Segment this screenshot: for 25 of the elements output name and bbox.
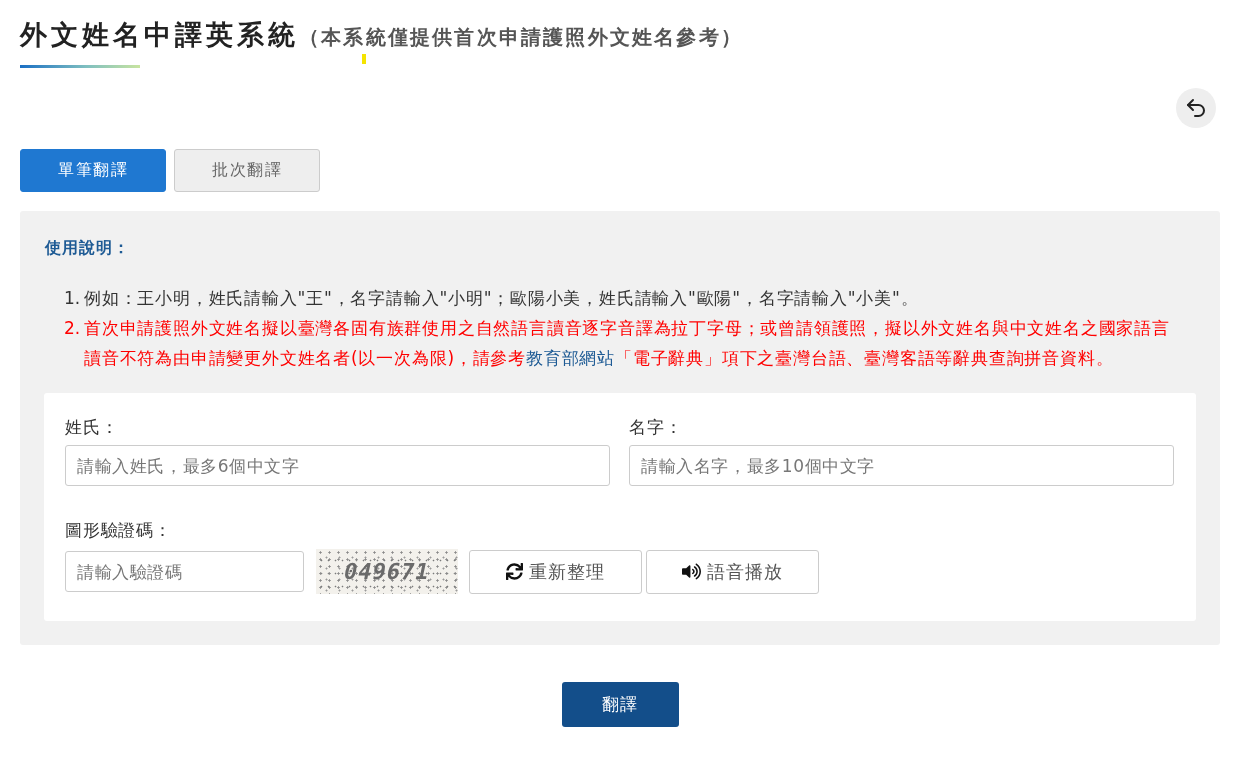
back-icon (1184, 96, 1208, 120)
tab[interactable]: 批次翻譯 (174, 149, 320, 192)
audio-button[interactable]: 語音播放 (646, 549, 819, 594)
refresh-button[interactable]: 重新整理 (469, 549, 642, 594)
cursor-mark-icon (362, 54, 366, 64)
instructions-heading: 使用說明： (45, 237, 130, 259)
field-label: 姓氏： (65, 416, 119, 438)
page-subtitle: （本系統僅提供首次申請護照外文姓名參考） (299, 24, 743, 51)
page-title: 外文姓名中譯英系統 (20, 18, 299, 52)
speaker-icon (682, 562, 702, 581)
tab[interactable]: 單筆翻譯 (20, 149, 166, 192)
field-label: 名字： (629, 416, 683, 438)
instruction-text: 首次申請護照外文姓名擬以臺灣各固有族群使用之自然語言讀音逐字音譯為拉丁字母；或曾請領護照，擬以外文姓名與中文姓名之國家語言讀音不符為由申請變更外文姓名者(以一次為限)，請參考教育部網站「電子辭典」項下之臺灣台語、臺灣客語等辭典查詢拼音資料。 (84, 317, 1171, 370)
list-number: 2. (64, 317, 82, 340)
translate-button[interactable]: 翻譯 (561, 682, 679, 727)
ministry-link[interactable]: 教育部網站 (526, 348, 616, 368)
captcha-input-field[interactable]: 請輸入驗證碼 (65, 551, 304, 592)
captcha-label: 圖形驗證碼： (65, 519, 172, 541)
captcha-image: 049671 (316, 549, 458, 594)
input-field[interactable]: 請輸入名字，最多10個中文字 (629, 445, 1174, 486)
instruction-text: 例如：王小明，姓氏請輸入"王"，名字請輸入"小明"；歐陽小美，姓氏請輸入"歐陽"，名字請輸入"小美"。 (84, 287, 919, 310)
list-number: 1. (64, 287, 82, 310)
back-button[interactable] (1176, 88, 1216, 128)
refresh-icon (506, 563, 524, 580)
input-field[interactable]: 請輸入姓氏，最多6個中文字 (65, 445, 610, 486)
